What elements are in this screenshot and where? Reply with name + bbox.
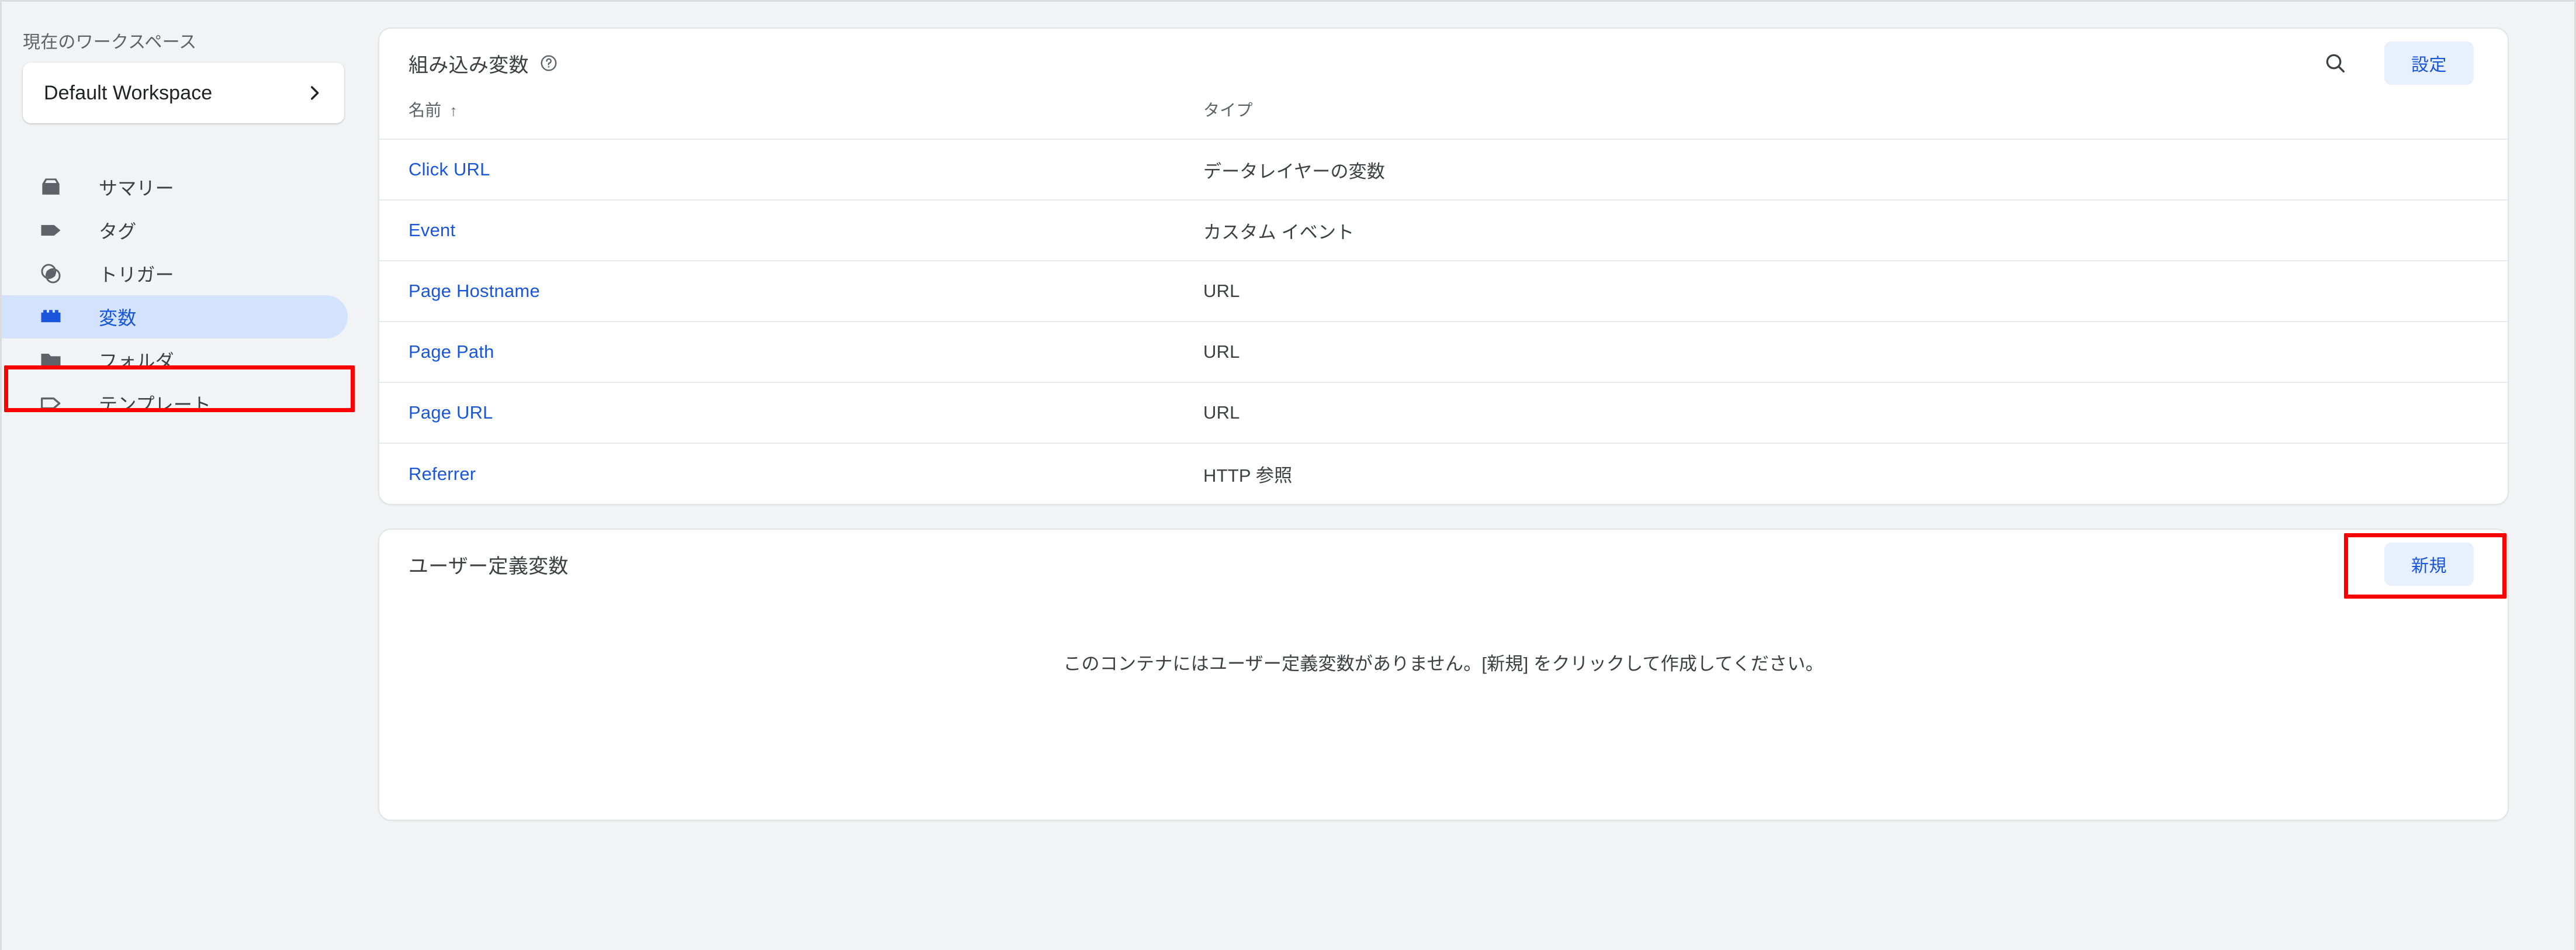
variable-name-cell: Event [379,200,1203,261]
new-variable-button[interactable]: 新規 [2384,543,2474,586]
variable-link[interactable]: Event [408,220,455,240]
column-header-type[interactable]: タイプ [1203,98,2508,139]
user-defined-variables-card: ユーザー定義変数 新規 このコンテナにはユーザー定義変数がありません。[新規] … [378,528,2509,821]
empty-state-message: このコンテナにはユーザー定義変数がありません。[新規] をクリックして作成してく… [1063,654,1824,674]
variable-type-cell: URL [1203,341,1240,362]
sort-ascending-icon: ↑ [449,102,458,119]
template-tag-outline-icon [38,391,66,416]
variable-name-cell: Page Hostname [379,261,1203,322]
sidebar-item-triggers[interactable]: トリガー [2,252,348,295]
variable-link[interactable]: Page Path [408,341,494,362]
variable-name-cell: Referrer [379,443,1203,504]
variable-link[interactable]: Page URL [408,402,493,423]
variable-link[interactable]: Referrer [408,464,476,484]
builtin-variables-card: 組み込み変数 設定 名前 ↑ タイプ Click URL データレイヤーの変数 … [378,27,2509,505]
folder-icon [38,347,66,373]
table-row[interactable]: Event カスタム イベント [379,200,2508,261]
variable-name-cell: Click URL [379,139,1203,200]
variable-type-cell: HTTP 参照 [1203,465,1293,486]
user-defined-variables-header: ユーザー定義変数 新規 [379,530,2508,599]
sidebar-item-label: サマリー [99,178,174,199]
sidebar-item-label: テンプレート [99,394,212,415]
workspace-name: Default Workspace [44,81,213,104]
sidebar-nav: サマリー タグ トリガー 変数 フォルダ テンプレート [2,165,365,425]
page-title: 組み込み変数 [408,54,529,77]
column-header-name-label: 名前 [408,101,442,119]
search-icon[interactable] [2317,44,2354,82]
sidebar-item-variables[interactable]: 変数 [2,295,348,338]
variable-type-cell: URL [1203,281,1240,301]
workspace-selector[interactable]: Default Workspace [23,63,344,123]
workspace-section-label: 現在のワークスペース [23,33,197,52]
column-header-type-label: タイプ [1203,101,1253,119]
main-content: 組み込み変数 設定 名前 ↑ タイプ Click URL データレイヤーの変数 … [365,2,2574,950]
inbox-icon [38,174,66,200]
sidebar-item-label: 変数 [99,308,137,329]
section-title: ユーザー定義変数 [408,555,569,578]
configure-button[interactable]: 設定 [2384,42,2474,85]
chevron-right-icon [304,83,324,103]
variable-type-cell: カスタム イベント [1203,222,1355,243]
table-row[interactable]: Page Path URL [379,322,2508,382]
table-head: 名前 ↑ タイプ [379,98,2508,139]
variable-name-cell: Page URL [379,382,1203,443]
sidebar-item-label: フォルダ [99,351,174,372]
help-circle-icon[interactable] [539,54,558,72]
table-row[interactable]: Click URL データレイヤーの変数 [379,139,2508,200]
column-header-name[interactable]: 名前 ↑ [379,98,1203,139]
sidebar-item-tags[interactable]: タグ [2,209,348,252]
table-row[interactable]: Page Hostname URL [379,261,2508,322]
sidebar-item-folders[interactable]: フォルダ [2,338,348,382]
sidebar-item-templates[interactable]: テンプレート [2,382,348,425]
variable-brick-icon [38,304,66,330]
variable-name-cell: Page Path [379,322,1203,382]
variable-type-cell: データレイヤーの変数 [1203,161,1386,182]
variable-type-cell: URL [1203,402,1240,423]
variable-link[interactable]: Page Hostname [408,281,540,301]
gtm-variables-page: 現在のワークスペース Default Workspace サマリー タグ トリガ… [0,0,2576,950]
table-body: Click URL データレイヤーの変数 Event カスタム イベント Pag… [379,139,2508,504]
table-header-row: 名前 ↑ タイプ [379,98,2508,139]
sidebar-item-summary[interactable]: サマリー [2,165,348,209]
variable-link[interactable]: Click URL [408,159,490,179]
sidebar: 現在のワークスペース Default Workspace サマリー タグ トリガ… [2,2,365,950]
sidebar-item-label: タグ [99,221,137,242]
builtin-variables-header: 組み込み変数 設定 [379,29,2508,98]
sidebar-item-label: トリガー [99,264,174,285]
tag-icon [38,217,66,243]
table-row[interactable]: Referrer HTTP 参照 [379,443,2508,504]
trigger-icon [38,261,66,286]
builtin-variables-table: 名前 ↑ タイプ Click URL データレイヤーの変数 Event カスタム… [379,98,2508,504]
table-row[interactable]: Page URL URL [379,382,2508,443]
